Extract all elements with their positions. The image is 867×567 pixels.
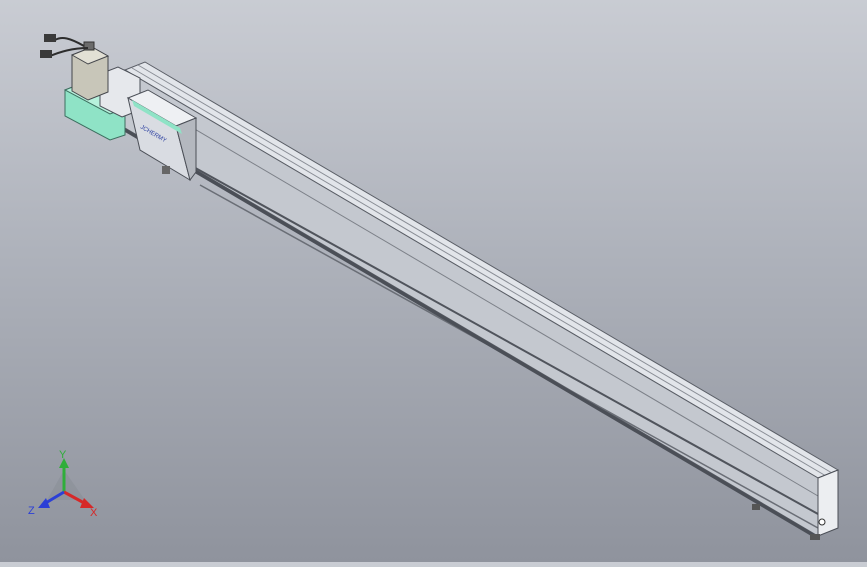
rail-bottom-edge xyxy=(125,128,818,540)
rail-side-face[interactable] xyxy=(124,69,819,537)
carriage-bracket xyxy=(162,166,170,174)
cable-plug-1 xyxy=(44,34,56,42)
cad-scene[interactable]: JCHERMY Y X Z xyxy=(0,0,867,562)
coordinate-triad[interactable]: Y X Z xyxy=(28,449,98,519)
cable-plug-2 xyxy=(40,50,52,58)
rail-side-groove-1 xyxy=(124,87,819,497)
rail-foot xyxy=(752,504,760,510)
rail-groove-1 xyxy=(131,67,827,477)
end-cap-foot xyxy=(810,534,820,540)
rail-top-face[interactable] xyxy=(123,61,840,479)
rail-groove-2 xyxy=(137,64,833,474)
cad-viewport[interactable]: JCHERMY Y X Z xyxy=(0,0,867,562)
end-cap-screw xyxy=(818,518,826,526)
triad-z-label: Z xyxy=(28,505,35,517)
triad-y-label: Y xyxy=(59,449,67,461)
rail-end-cap[interactable] xyxy=(817,469,839,537)
triad-cone-base xyxy=(47,470,85,500)
motor-cable-1 xyxy=(54,37,85,47)
triad-x-label: X xyxy=(90,507,98,519)
rail-side-groove-2 xyxy=(189,164,819,515)
